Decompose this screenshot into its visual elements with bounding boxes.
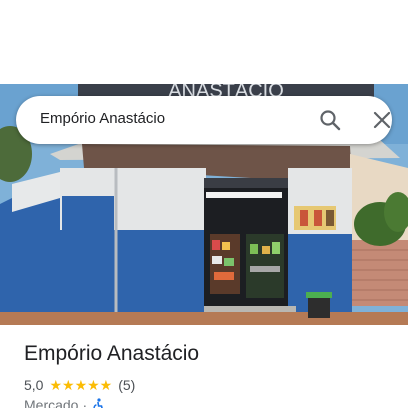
rating-value: 5,0 — [24, 377, 44, 393]
separator-dot: · — [82, 397, 88, 408]
map-top-area — [0, 0, 408, 84]
place-title: Empório Anastácio — [24, 342, 200, 365]
category-row: Mercado · — [24, 396, 105, 408]
wheelchair-icon — [91, 398, 105, 408]
place-category: Mercado — [24, 397, 79, 408]
rating-row[interactable]: 5,0 ★★★★★ (5) — [24, 376, 135, 394]
review-count[interactable]: (5) — [118, 377, 135, 393]
search-icon[interactable] — [318, 108, 342, 132]
star-rating-icon: ★★★★★ — [49, 376, 113, 393]
search-bar[interactable]: Empório Anastácio — [16, 96, 392, 144]
close-icon[interactable] — [370, 108, 394, 132]
search-input[interactable]: Empório Anastácio — [40, 110, 165, 127]
